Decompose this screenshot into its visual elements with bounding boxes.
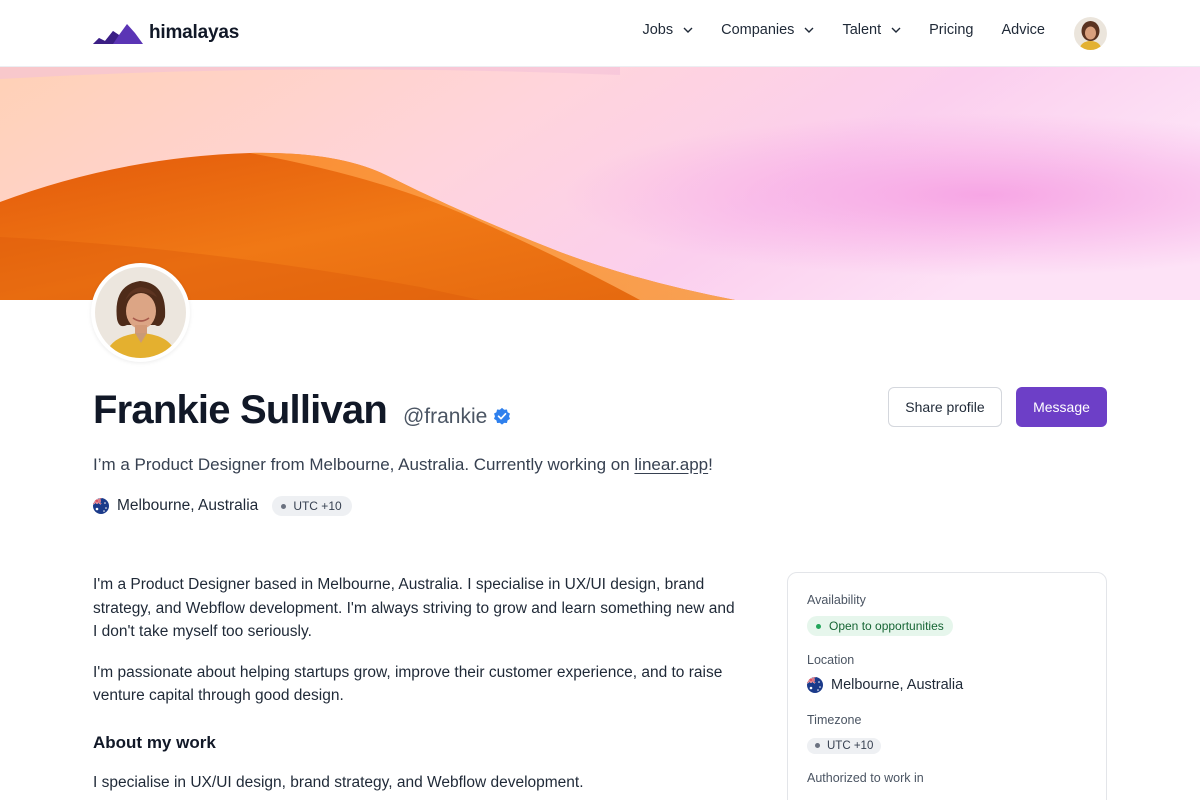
authorized-label: Authorized to work in [807,771,924,785]
nav-jobs-label: Jobs [642,22,674,38]
timezone-badge: UTC +10 [272,496,352,516]
top-navbar: himalayas Jobs Companies Talent Pricing … [0,0,1200,67]
logo-mountains-icon [93,24,143,44]
availability-value: Open to opportunities [829,619,944,633]
chevron-down-icon [891,27,901,33]
nav-companies-label: Companies [721,22,795,38]
status-dot-icon [816,623,821,629]
tagline-link[interactable]: linear.app [634,455,708,474]
profile-name: Frankie Sullivan [93,388,388,432]
profile-tagline: I’m a Product Designer from Melbourne, A… [93,455,713,475]
message-button[interactable]: Message [1016,387,1107,427]
about-section: I'm a Product Designer based in Melbourn… [93,573,743,800]
user-avatar-image [1074,17,1107,50]
nav-advice-label: Advice [1001,22,1045,38]
card-location: Melbourne, Australia [807,677,963,693]
card-location-text: Melbourne, Australia [831,677,964,693]
location-label: Location [807,653,855,667]
profile-avatar [91,263,190,362]
location-text: Melbourne, Australia [117,497,259,514]
nav-jobs[interactable]: Jobs [642,22,693,38]
timezone-text: UTC +10 [293,499,342,513]
nav-pricing[interactable]: Pricing [929,22,973,38]
share-profile-button[interactable]: Share profile [888,387,1002,427]
nav-talent-label: Talent [842,22,882,38]
profile-handle: @frankie [402,405,488,428]
nav-companies[interactable]: Companies [721,22,814,38]
card-timezone-text: UTC +10 [827,739,874,752]
australia-flag-icon [93,498,109,514]
profile-name-row: Frankie Sullivan @frankie [93,388,511,433]
card-timezone-badge: UTC +10 [807,737,882,754]
timezone-dot-icon [281,503,287,509]
nav-talent[interactable]: Talent [842,22,901,38]
chevron-down-icon [804,27,814,33]
himalayas-logo[interactable]: himalayas [93,20,239,46]
profile-details-card: Availability Open to opportunities Locat… [787,572,1107,800]
about-paragraph: I'm a Product Designer based in Melbourn… [93,576,735,640]
user-avatar[interactable] [1074,17,1107,50]
profile-location-row: Melbourne, Australia UTC +10 [93,496,352,516]
about-work-heading: About my work [93,732,216,752]
about-paragraph: I'm passionate about helping startups gr… [93,663,723,705]
profile-banner [0,67,1200,300]
tagline-text: I’m a Product Designer from Melbourne, A… [93,455,635,474]
availability-badge: Open to opportunities [807,616,953,636]
timezone-dot-icon [815,743,820,748]
nav-pricing-label: Pricing [929,22,974,38]
chevron-down-icon [683,27,693,33]
availability-label: Availability [807,593,866,607]
about-work-text: I specialise in UX/UI design, brand stra… [93,773,584,791]
main-nav: Jobs Companies Talent Pricing Advice [642,22,1045,38]
verified-badge-icon [494,407,511,425]
profile-avatar-image [95,267,186,358]
timezone-label: Timezone [807,713,862,727]
card-timezone: UTC +10 [807,735,882,754]
banner-gradient-image [0,67,1200,300]
australia-flag-icon [807,677,823,693]
nav-advice[interactable]: Advice [1001,22,1045,38]
tagline-suffix: ! [708,455,713,474]
logo-text: himalayas [149,22,240,43]
